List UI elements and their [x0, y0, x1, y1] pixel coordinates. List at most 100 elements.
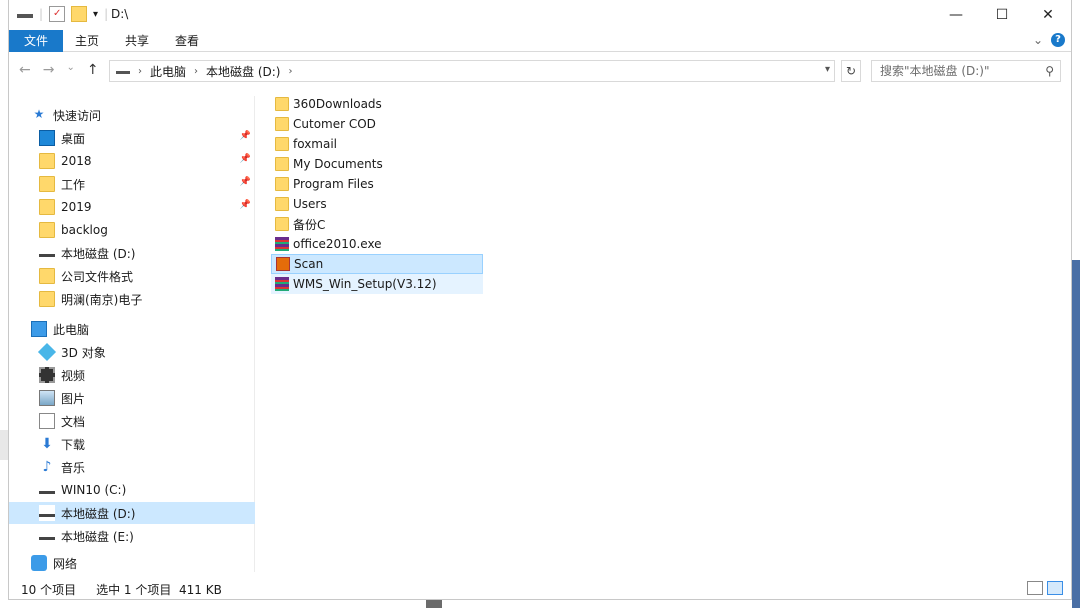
background-window-edge [0, 430, 8, 460]
drive-icon [39, 505, 55, 521]
minimize-button[interactable]: — [933, 0, 979, 30]
help-icon[interactable]: ? [1051, 33, 1065, 47]
chevron-down-icon[interactable]: ▾ [825, 64, 830, 75]
sidebar-item-label: 下载 [61, 437, 86, 452]
list-item[interactable]: My Documents [271, 154, 483, 174]
sidebar-item-label: 2018 [61, 154, 92, 168]
sidebar-item-2019[interactable]: 2019 📌 [9, 196, 255, 218]
expand-ribbon-icon[interactable]: ⌄ [1033, 33, 1043, 47]
sidebar-item-this-pc[interactable]: 此电脑 [9, 318, 255, 340]
winrar-archive-icon [275, 277, 289, 291]
search-icon[interactable]: ⚲ [1045, 64, 1054, 78]
list-item[interactable]: 360Downloads [271, 94, 483, 114]
sidebar-item-music[interactable]: ♪ 音乐 [9, 456, 255, 478]
address-bar-row: ← → ⌄ ↑ › 此电脑 › 本地磁盘 (D:) › ▾ ↻ ⚲ [9, 56, 1071, 84]
tab-view[interactable]: 查看 [163, 30, 211, 52]
file-name: 备份C [293, 217, 326, 232]
sidebar-item-label: 明澜(南京)电子 [61, 292, 143, 307]
downloads-icon: ⬇ [41, 436, 53, 452]
sidebar-item-minglan[interactable]: 明澜(南京)电子 [9, 288, 255, 310]
sidebar-item-documents[interactable]: 文档 [9, 410, 255, 432]
sidebar-item-label: 2019 [61, 200, 92, 214]
tab-file[interactable]: 文件 [9, 30, 63, 52]
up-icon[interactable]: ↑ [87, 62, 99, 78]
tab-home[interactable]: 主页 [63, 30, 111, 52]
computer-icon [31, 321, 47, 337]
sidebar-item-backlog[interactable]: backlog [9, 219, 255, 241]
status-bar: 10 个项目 选中 1 个项目 411 KB [9, 578, 1071, 600]
sidebar-item-desktop[interactable]: 桌面 📌 [9, 127, 255, 149]
pin-icon[interactable]: 📌 [240, 154, 251, 164]
toolbar-divider: | [39, 7, 44, 21]
sidebar-item-videos[interactable]: 视频 [9, 364, 255, 386]
drive-icon [116, 65, 130, 77]
folder-icon [275, 137, 289, 151]
pin-icon[interactable]: 📌 [240, 177, 251, 187]
sidebar-item-downloads[interactable]: ⬇ 下载 [9, 433, 255, 455]
folder-icon [39, 199, 55, 215]
sidebar-item-2018[interactable]: 2018 📌 [9, 150, 255, 172]
breadcrumb-this-pc[interactable]: 此电脑 [150, 63, 186, 80]
list-item[interactable]: foxmail [271, 134, 483, 154]
breadcrumb-separator[interactable]: › [288, 66, 292, 77]
breadcrumb-drive-d[interactable]: 本地磁盘 (D:) [206, 63, 280, 80]
sidebar-item-pictures[interactable]: 图片 [9, 387, 255, 409]
file-name: office2010.exe [293, 237, 382, 251]
list-item[interactable]: WMS_Win_Setup(V3.12) [271, 274, 483, 294]
tab-share[interactable]: 共享 [113, 30, 161, 52]
sidebar-item-3d-objects[interactable]: 3D 对象 [9, 341, 255, 363]
sidebar-item-label: 公司文件格式 [61, 269, 134, 284]
maximize-button[interactable]: ☐ [979, 0, 1025, 30]
breadcrumb-separator[interactable]: › [138, 66, 142, 77]
large-icons-view-icon[interactable] [1047, 581, 1063, 595]
recent-locations-icon[interactable]: ⌄ [66, 62, 74, 78]
forward-icon[interactable]: → [43, 62, 55, 78]
pin-icon[interactable]: 📌 [240, 131, 251, 141]
selection-count: 选中 1 个项目 [96, 582, 172, 597]
address-field[interactable]: › 此电脑 › 本地磁盘 (D:) › ▾ [109, 60, 835, 82]
sidebar-item-network[interactable]: 网络 [9, 552, 255, 574]
sidebar-item-label: 快速访问 [53, 108, 102, 123]
search-box[interactable]: ⚲ [871, 60, 1061, 82]
properties-icon[interactable]: ✓ [49, 6, 66, 22]
network-icon [31, 555, 47, 571]
winrar-archive-icon [275, 237, 289, 251]
sidebar-item-drive-d[interactable]: 本地磁盘 (D:) [9, 502, 255, 524]
details-view-icon[interactable] [1027, 581, 1043, 595]
list-item[interactable]: Users [271, 194, 483, 214]
pin-icon[interactable]: 📌 [240, 200, 251, 210]
folder-icon [275, 157, 289, 171]
new-folder-icon[interactable] [71, 6, 88, 22]
sidebar-item-work[interactable]: 工作 📌 [9, 173, 255, 195]
close-button[interactable]: ✕ [1025, 0, 1071, 30]
sidebar-item-drive-c[interactable]: WIN10 (C:) [9, 479, 255, 501]
3d-objects-icon [37, 342, 57, 362]
file-name: Scan [294, 257, 324, 271]
list-item[interactable]: office2010.exe [271, 234, 483, 254]
sidebar-item-label: 图片 [61, 391, 86, 406]
sidebar-item-label: 此电脑 [53, 322, 90, 337]
list-item-selected[interactable]: Scan [271, 254, 483, 274]
search-input[interactable] [880, 64, 1040, 78]
folder-icon [39, 176, 55, 192]
folder-icon [275, 117, 289, 131]
sidebar-item-drive-d-quick[interactable]: 本地磁盘 (D:) [9, 242, 255, 264]
breadcrumb-separator[interactable]: › [194, 66, 198, 77]
list-item[interactable]: Cutomer COD [271, 114, 483, 134]
sidebar-item-company-formats[interactable]: 公司文件格式 [9, 265, 255, 287]
list-item[interactable]: 备份C [271, 214, 483, 234]
customize-toolbar-icon[interactable]: ▾ [93, 9, 98, 20]
folder-icon [275, 97, 289, 111]
drive-icon [17, 6, 33, 22]
sidebar-item-label: backlog [61, 223, 108, 237]
file-name: My Documents [293, 157, 383, 171]
sidebar-item-drive-e[interactable]: 本地磁盘 (E:) [9, 525, 255, 547]
refresh-button[interactable]: ↻ [841, 60, 861, 82]
folder-icon [275, 177, 289, 191]
system-drive-icon [39, 482, 55, 498]
video-icon [39, 367, 55, 383]
back-icon[interactable]: ← [19, 62, 31, 78]
selection-size: 411 KB [179, 582, 222, 597]
list-item[interactable]: Program Files [271, 174, 483, 194]
sidebar-item-quick-access[interactable]: ★ 快速访问 [9, 104, 255, 126]
